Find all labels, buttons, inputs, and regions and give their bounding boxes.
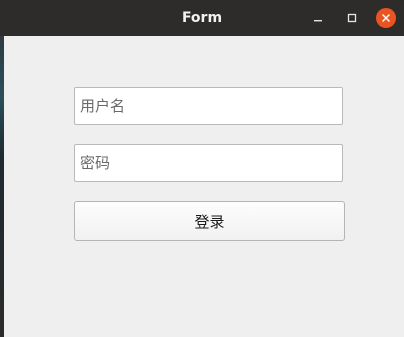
minimize-icon	[314, 20, 322, 22]
form-content: 登录	[4, 36, 404, 337]
close-button[interactable]	[376, 8, 396, 28]
password-input[interactable]	[74, 144, 343, 182]
close-icon	[382, 14, 390, 22]
form-window: Form 登录	[0, 0, 404, 337]
maximize-button[interactable]	[342, 8, 362, 28]
title-bar[interactable]: Form	[0, 0, 404, 36]
minimize-button[interactable]	[308, 8, 328, 28]
login-button[interactable]: 登录	[74, 201, 345, 241]
username-input[interactable]	[74, 87, 343, 125]
maximize-icon	[347, 13, 357, 23]
